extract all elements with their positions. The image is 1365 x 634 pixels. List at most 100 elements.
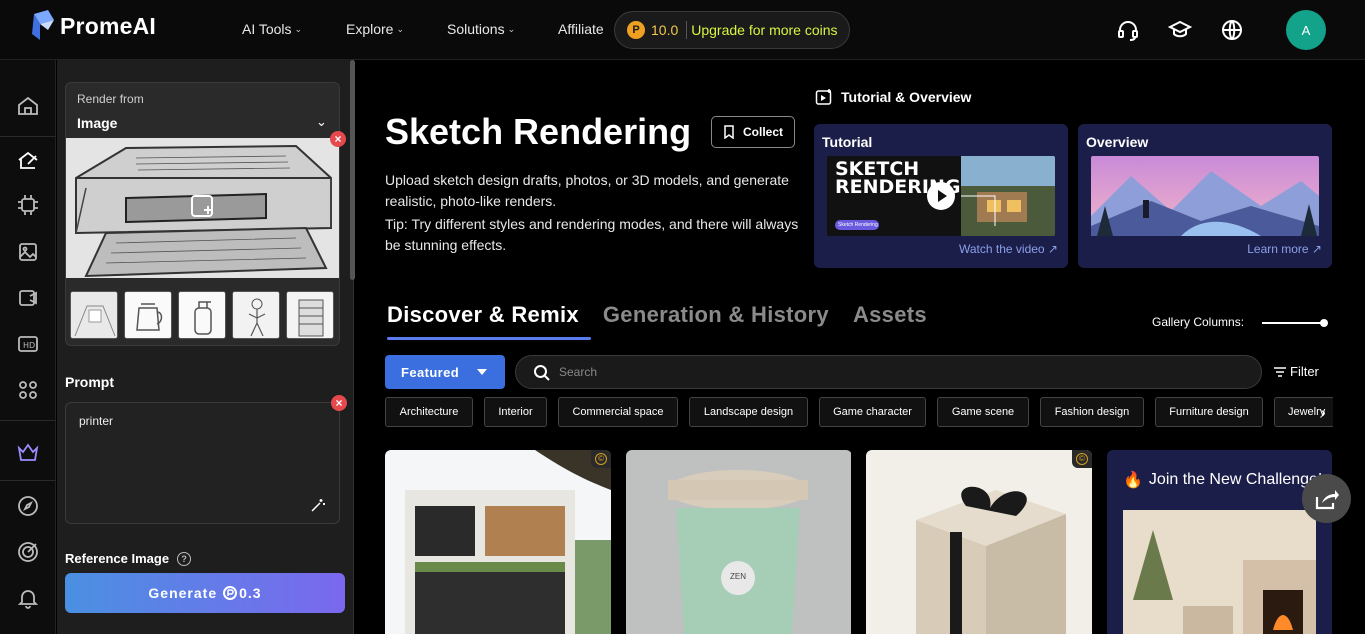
featured-label: Featured <box>401 364 460 380</box>
cup-label-text: ZEN <box>730 572 746 581</box>
chip-commercial-space[interactable]: Commercial space <box>558 397 678 427</box>
chip-furniture-design[interactable]: Furniture design <box>1155 397 1263 427</box>
chip-fashion-design[interactable]: Fashion design <box>1040 397 1144 427</box>
chip-landscape-design[interactable]: Landscape design <box>689 397 808 427</box>
help-icon[interactable]: ? <box>177 551 192 566</box>
divider <box>0 420 56 421</box>
watch-video-link[interactable]: Watch the video ↗ <box>959 242 1058 256</box>
globe-icon[interactable] <box>1220 18 1244 42</box>
image-icon[interactable] <box>16 240 40 264</box>
filter-icon <box>1274 366 1286 377</box>
tutorial-video-thumbnail[interactable]: SKETCH RENDERING Sketch Rendering <box>827 156 1055 236</box>
paid-badge: © <box>591 450 611 468</box>
page-tip: Tip: Try different styles and rendering … <box>385 216 799 253</box>
home-icon[interactable] <box>16 94 40 118</box>
challenge-title: 🔥 Join the New Challenge! <box>1123 470 1322 490</box>
generate-cost: 0.3 <box>239 585 262 601</box>
magic-wand-icon[interactable] <box>310 497 326 513</box>
chip-icon[interactable] <box>16 193 40 217</box>
gallery-columns-slider[interactable] <box>1262 322 1324 324</box>
collect-label: Collect <box>742 125 783 139</box>
remove-image-icon[interactable]: × <box>330 131 346 147</box>
divider <box>0 480 56 481</box>
mountain-landscape-art <box>1091 156 1319 236</box>
chevron-down-icon[interactable]: ⌄ <box>316 114 327 130</box>
uploaded-sketch-image[interactable] <box>66 138 339 278</box>
gift-box-image <box>866 450 1092 634</box>
hd-icon[interactable]: HD <box>16 332 40 356</box>
coin-icon: © <box>595 453 607 465</box>
play-icon[interactable] <box>927 182 955 210</box>
generate-label: Generate <box>148 585 218 601</box>
example-thumb-figure[interactable] <box>232 291 280 339</box>
search-input[interactable]: Search <box>515 355 1262 389</box>
page-title: Sketch Rendering <box>385 111 692 152</box>
overview-thumbnail[interactable] <box>1091 156 1319 236</box>
nav-affiliate[interactable]: Affiliate <box>558 21 604 37</box>
coin-icon: P <box>627 21 645 39</box>
example-thumb-bottle[interactable] <box>178 291 226 339</box>
nav-solutions[interactable]: Solutions ⌄ <box>447 21 515 37</box>
divider <box>0 136 56 137</box>
chevron-down-icon: ⌄ <box>294 23 303 34</box>
apps-grid-icon[interactable] <box>16 378 40 402</box>
nav-explore[interactable]: Explore ⌄ <box>346 21 404 37</box>
chip-game-scene[interactable]: Game scene <box>937 397 1029 427</box>
target-icon[interactable] <box>16 540 40 564</box>
render-from-select[interactable]: Image <box>77 115 117 131</box>
nav-ai-tools-label: AI Tools <box>242 21 292 37</box>
video-icon[interactable] <box>16 286 40 310</box>
overview-card[interactable]: Overview Learn more ↗ <box>1078 124 1332 268</box>
challenge-card[interactable]: 🔥 Join the New Challenge! <box>1107 450 1332 634</box>
bell-icon[interactable] <box>16 586 40 610</box>
generate-button[interactable]: Generate 0.3 <box>65 573 345 613</box>
nav-ai-tools[interactable]: AI Tools ⌄ <box>242 21 302 37</box>
chip-game-character[interactable]: Game character <box>819 397 926 427</box>
collect-button[interactable]: Collect <box>711 116 795 148</box>
gallery-card-cup[interactable]: ZEN <box>626 450 852 634</box>
graduation-cap-icon[interactable] <box>1168 18 1192 42</box>
headset-icon[interactable] <box>1116 18 1140 42</box>
tutorial-card[interactable]: Tutorial SKETCH RENDERING Sketch Renderi… <box>814 124 1068 268</box>
coins-upgrade-pill[interactable]: P 10.0 Upgrade for more coins <box>614 11 850 49</box>
brand-logo[interactable]: PromeAI <box>30 10 156 42</box>
paid-badge: © <box>1072 450 1092 468</box>
chip-architecture[interactable]: Architecture <box>385 397 473 427</box>
overview-card-title: Overview <box>1086 134 1149 150</box>
sketch-render-icon[interactable] <box>16 148 40 172</box>
clear-prompt-icon[interactable]: × <box>331 395 347 411</box>
featured-dropdown[interactable]: Featured <box>385 355 505 389</box>
share-icon <box>1315 489 1339 509</box>
example-thumb-interior[interactable] <box>70 291 118 339</box>
slider-handle[interactable] <box>1320 319 1328 327</box>
tab-generation-history[interactable]: Generation & History <box>603 302 829 328</box>
avatar[interactable]: A <box>1286 10 1326 50</box>
chevron-right-icon[interactable]: › <box>1321 404 1326 420</box>
tab-discover-remix[interactable]: Discover & Remix <box>387 302 579 328</box>
gallery-card-house[interactable]: © <box>385 450 611 634</box>
tutorial-thumb-badge: Sketch Rendering <box>838 222 878 228</box>
chip-interior[interactable]: Interior <box>484 397 547 427</box>
crown-icon[interactable] <box>16 440 40 464</box>
kettle-thumb <box>125 292 171 338</box>
share-button[interactable] <box>1302 474 1351 523</box>
prompt-textarea[interactable]: printer <box>65 402 340 524</box>
filter-button[interactable]: Filter <box>1273 364 1319 379</box>
bottle-thumb <box>179 292 225 338</box>
example-thumb-kettle[interactable] <box>124 291 172 339</box>
active-tab-indicator <box>387 337 591 340</box>
panel-scrollbar[interactable] <box>350 60 355 280</box>
christmas-room-image <box>1123 510 1316 634</box>
search-icon <box>534 365 550 381</box>
example-thumb-building[interactable] <box>286 291 334 339</box>
gallery-card-gift[interactable]: © <box>866 450 1092 634</box>
sidebar-rail: HD <box>0 60 56 634</box>
compass-icon[interactable] <box>16 494 40 518</box>
learn-more-link[interactable]: Learn more ↗ <box>1247 242 1322 256</box>
page-description: Upload sketch design drafts, photos, or … <box>385 172 789 209</box>
category-chips: Architecture Interior Commercial space L… <box>385 397 1333 427</box>
upgrade-link[interactable]: Upgrade for more coins <box>691 22 837 38</box>
prompt-value: printer <box>79 414 114 428</box>
fire-icon: 🔥 <box>1123 472 1143 489</box>
tab-assets[interactable]: Assets <box>853 302 927 328</box>
